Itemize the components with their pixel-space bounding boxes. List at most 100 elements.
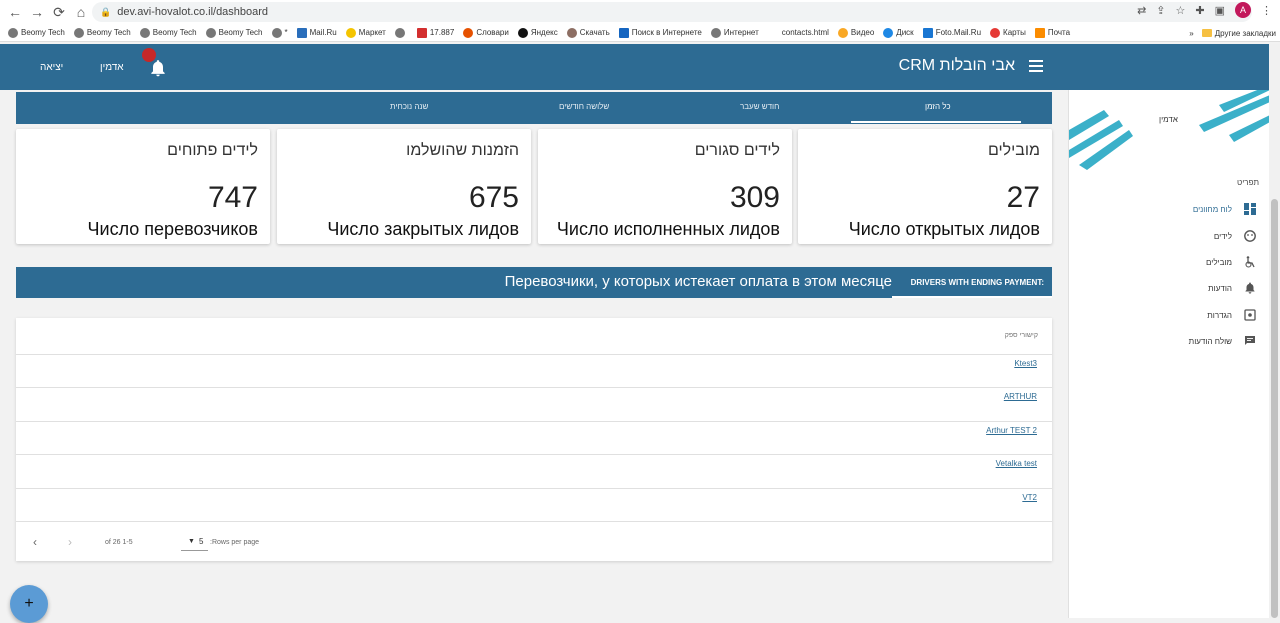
home-icon[interactable]: ⌂ <box>70 1 92 23</box>
banner-tab-title[interactable]: DRIVERS WITH ENDING PAYMENT: <box>911 278 1044 287</box>
driver-link[interactable]: VT2 <box>1022 493 1037 502</box>
translate-icon[interactable]: ⇄ <box>1137 4 1146 17</box>
tab-three-months[interactable]: שלושה חודשים <box>559 102 609 111</box>
accessible-icon <box>1245 256 1255 268</box>
sidebar-item-message-sender[interactable]: שולח הודעות <box>1069 331 1270 351</box>
globe-icon <box>8 27 18 38</box>
stat-card-value: 309 <box>729 181 780 214</box>
table-row: Vetalka test <box>16 454 1052 487</box>
bookmark[interactable]: Почта <box>1034 27 1070 38</box>
market-icon <box>345 27 356 38</box>
bookmark[interactable]: Яндекс <box>517 27 558 38</box>
table-row: Ktest3 <box>16 354 1052 387</box>
driver-link[interactable]: Vetalka test <box>996 459 1037 468</box>
bookmark[interactable]: Foto.Mail.Ru <box>922 27 981 38</box>
add-fab-button[interactable]: + <box>10 585 48 623</box>
scrollbar-thumb[interactable] <box>1271 199 1278 618</box>
chevron-left-icon[interactable]: ‹ <box>33 535 37 549</box>
address-bar[interactable]: 🔒 dev.avi-hovalot.co.il/dashboard <box>92 2 1252 22</box>
sidebar-item-dashboard[interactable]: לוח מחוונים <box>1069 199 1270 219</box>
driver-link[interactable]: Arthur TEST 2 <box>986 426 1037 435</box>
bookmark[interactable]: Поиск в Интернете <box>618 27 702 38</box>
bookmarks-more-button[interactable]: » <box>1189 29 1193 38</box>
bookmark[interactable]: Видео <box>837 27 874 38</box>
sidepanel-icon[interactable]: ▣ <box>1215 4 1225 17</box>
chat-icon <box>1245 336 1255 345</box>
folder-icon <box>1201 29 1212 37</box>
menu-dots-icon[interactable]: ⋮ <box>1261 4 1272 17</box>
map-pin-icon <box>990 27 1001 38</box>
sidebar-menu-title: תפריט <box>1237 178 1259 187</box>
stat-card-title: לידים סגורים <box>694 142 780 159</box>
active-tab-indicator <box>851 121 1021 123</box>
bell-icon <box>1245 282 1255 294</box>
bookmark[interactable]: Маркет <box>345 27 386 38</box>
sidebar-item-label: הודעות <box>1208 283 1232 293</box>
page-scrollbar[interactable] <box>1269 44 1280 618</box>
bookmark[interactable]: Beomy Tech <box>205 27 263 38</box>
dictionary-icon <box>463 27 474 38</box>
lock-icon: 🔒 <box>100 6 112 17</box>
back-icon[interactable]: ← <box>4 1 26 23</box>
sidebar: אדמין תפריט לוח מחוונים לידים מובילים הו… <box>1068 90 1270 618</box>
tab-current-year[interactable]: שנה נוכחית <box>390 102 428 111</box>
bookmark[interactable]: Словари <box>463 27 509 38</box>
stat-card-value: 675 <box>468 181 519 214</box>
tab-all-time[interactable]: כל הזמן <box>925 102 951 111</box>
sidebar-item-leads[interactable]: לידים <box>1069 226 1270 246</box>
bookmark[interactable]: * <box>271 27 288 38</box>
share-icon[interactable]: ⇪ <box>1156 4 1165 17</box>
forward-icon[interactable]: → <box>26 1 48 23</box>
sidebar-item-label: הגדרות <box>1207 310 1232 320</box>
chevron-right-icon[interactable]: › <box>68 535 72 549</box>
table-row: VT2 <box>16 488 1052 521</box>
star-icon[interactable]: ☆ <box>1176 4 1186 17</box>
notifications-button[interactable] <box>142 48 170 80</box>
bookmark[interactable]: Скачать <box>566 27 610 38</box>
stat-card-subtitle: Число перевозчиков <box>87 219 258 239</box>
hamburger-menu-icon[interactable] <box>1029 60 1043 72</box>
rows-per-page-label: :Rows per page <box>210 539 260 546</box>
caret-down-icon: ▼ <box>188 538 195 545</box>
rows-per-page-select[interactable]: ▼ 5 <box>181 535 208 551</box>
sidebar-item-carriers[interactable]: מובילים <box>1069 252 1270 272</box>
bookmark[interactable]: Диск <box>883 27 914 38</box>
bookmark[interactable]: 17.887 <box>416 27 454 38</box>
browser-actions: ⇄ ⇪ ☆ ✚ ▣ A ⋮ <box>1137 2 1272 18</box>
sidebar-item-settings[interactable]: הגדרות <box>1069 305 1270 325</box>
bookmark[interactable]: Интернет <box>710 27 759 38</box>
logout-button[interactable]: יציאה <box>40 62 63 73</box>
yandex-icon <box>517 27 528 38</box>
decorative-stripes-graphic <box>1069 90 1270 170</box>
sidebar-admin-label: אדמין <box>1159 115 1178 124</box>
envelope-icon <box>1034 27 1045 38</box>
drivers-table: קישורי ספק Ktest3 ARTHUR Arthur TEST 2 V… <box>16 318 1052 561</box>
bookmark[interactable] <box>394 27 408 38</box>
user-name: אדמין <box>100 62 124 73</box>
search-icon <box>618 27 629 38</box>
face-icon <box>1244 230 1256 242</box>
bookmark[interactable]: Карты <box>990 27 1026 38</box>
dashboard-icon <box>1244 203 1256 215</box>
profile-avatar[interactable]: A <box>1235 2 1251 18</box>
column-header-supplier-links: קישורי ספק <box>1004 332 1038 339</box>
bookmarks-bar: Beomy Tech Beomy Tech Beomy Tech Beomy T… <box>0 24 1280 42</box>
bookmark[interactable]: Mail.Ru <box>296 27 337 38</box>
extensions-icon[interactable]: ✚ <box>1195 4 1204 17</box>
reload-icon[interactable]: ⟳ <box>48 1 70 23</box>
stat-card-value: 27 <box>1006 181 1040 214</box>
bookmark[interactable]: Beomy Tech <box>8 27 65 38</box>
sidebar-item-messages[interactable]: הודעות <box>1069 278 1270 298</box>
driver-link[interactable]: Ktest3 <box>1014 359 1037 368</box>
tab-last-month[interactable]: חודש שעבר <box>740 102 779 111</box>
bookmark[interactable]: Beomy Tech <box>139 27 197 38</box>
bookmark[interactable]: Beomy Tech <box>73 27 131 38</box>
stat-card-completed-orders: הזמנות שהושלמו 675 Число закрытых лидов <box>277 129 531 244</box>
other-bookmarks-folder[interactable]: Другие закладки <box>1201 29 1276 38</box>
stat-card-subtitle: Число открытых лидов <box>848 219 1040 239</box>
sidebar-item-label: מובילים <box>1205 257 1232 267</box>
bookmark[interactable]: contacts.html <box>782 28 829 37</box>
globe-icon <box>710 27 721 38</box>
driver-link[interactable]: ARTHUR <box>1004 392 1037 401</box>
disk-icon <box>883 27 894 38</box>
